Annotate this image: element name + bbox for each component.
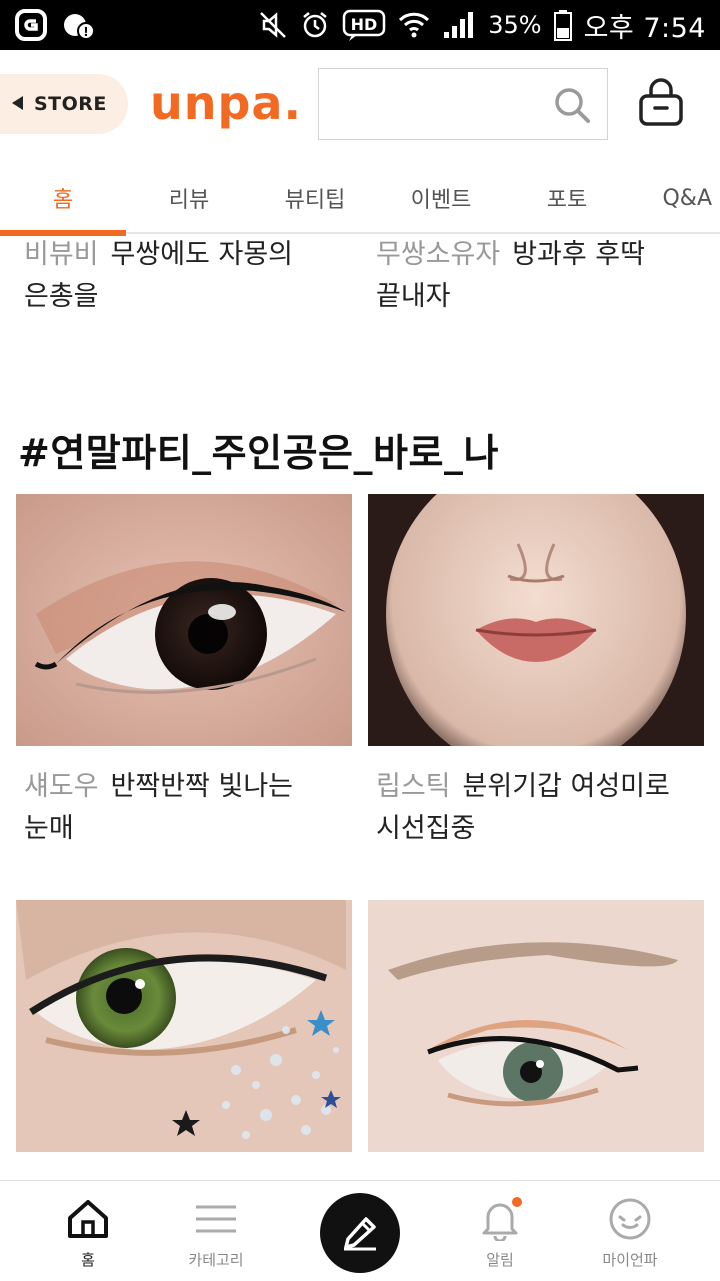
notification-badge (512, 1197, 522, 1207)
card-caption[interactable]: 비뷰비 무쌍에도 자몽의 은총을 (24, 236, 344, 318)
svg-text:!: ! (83, 25, 88, 39)
card-title: 반짝반짝 빛나는 (110, 771, 293, 802)
write-post-button[interactable] (320, 1193, 400, 1273)
feed-content: 비뷰비 무쌍에도 자몽의 은총을 무쌍소유자 방과후 후딱 끝내자 #연말파티_주인… (0, 236, 720, 1180)
status-bar: ! HD 35% 오후 7:54 (0, 0, 720, 50)
tab-event[interactable]: 이벤트 (378, 162, 504, 234)
search-icon[interactable] (553, 86, 591, 128)
card-title-line2: 은총을 (24, 281, 99, 312)
app-header: STORE unpa. (0, 50, 720, 162)
alarm-icon (300, 10, 330, 40)
signal-icon (442, 10, 476, 40)
nav-notification-label: 알림 (486, 1251, 514, 1269)
card-title: 방과후 후딱 (512, 239, 645, 270)
face-icon (608, 1195, 652, 1243)
tab-review[interactable]: 리뷰 (126, 162, 252, 234)
eye-makeup-photo[interactable] (16, 494, 352, 746)
tab-qna[interactable]: Q&A (630, 162, 720, 234)
battery-icon (553, 9, 572, 41)
triangle-left-icon (12, 95, 24, 114)
bottom-navigation: 홈 카테고리 알림 마이언파 (0, 1180, 720, 1280)
card-title-line2: 시선집중 (376, 813, 476, 844)
green-eye-glitter-photo[interactable] (16, 900, 352, 1152)
main-tabs: 홈 리뷰 뷰티팁 이벤트 포토 Q&A (0, 162, 720, 236)
battery-percent: 35% (488, 11, 542, 39)
card-category: 섀도우 (24, 771, 99, 802)
tab-beauty-tip[interactable]: 뷰티팁 (252, 162, 378, 234)
unpa-logo[interactable]: unpa. (150, 68, 302, 138)
card-title: 무쌍에도 자몽의 (110, 239, 293, 270)
card-caption[interactable]: 립스틱 분위기갑 여성미로 시선집중 (376, 766, 696, 850)
card-caption-hidden[interactable] (24, 1168, 344, 1180)
clock-time: 오후 7:54 (583, 12, 706, 44)
card-title-line2: 눈매 (24, 813, 74, 844)
nav-home-label: 홈 (81, 1251, 95, 1269)
card-category: 무쌍소유자 (376, 239, 501, 270)
store-button[interactable]: STORE (0, 74, 128, 134)
card-title: 분위기갑 여성미로 (462, 771, 670, 802)
section-title: #연말파티_주인공은_바로_나 (18, 431, 499, 475)
card-caption[interactable]: 무쌍소유자 방과후 후딱 끝내자 (376, 236, 696, 318)
bell-icon (480, 1195, 522, 1243)
nav-notification[interactable]: 알림 (430, 1181, 570, 1281)
search-input[interactable] (319, 69, 539, 139)
mute-icon (258, 10, 288, 40)
card-category: 립스틱 (376, 771, 451, 802)
nav-home[interactable]: 홈 (18, 1181, 158, 1281)
card-caption[interactable]: 섀도우 반짝반짝 빛나는 눈매 (24, 766, 344, 850)
tab-photo[interactable]: 포토 (504, 162, 630, 234)
search-box[interactable] (318, 68, 608, 140)
nav-category-label: 카테고리 (188, 1251, 244, 1269)
nav-category[interactable]: 카테고리 (146, 1181, 286, 1281)
shopping-bag-icon[interactable] (636, 78, 686, 132)
store-label: STORE (34, 93, 107, 115)
game-alert-icon: ! (62, 8, 96, 42)
card-caption-hidden[interactable] (376, 1168, 696, 1180)
pencil-icon (340, 1211, 380, 1255)
tab-home[interactable]: 홈 (0, 162, 126, 236)
orange-shadow-eye-photo[interactable] (368, 900, 704, 1152)
svg-text:HD: HD (351, 15, 378, 34)
lips-photo[interactable] (368, 494, 704, 746)
nav-my-unpa[interactable]: 마이언파 (560, 1181, 700, 1281)
menu-icon (194, 1195, 238, 1243)
card-category: 비뷰비 (24, 239, 99, 270)
g-app-icon (14, 8, 48, 42)
card-title-line2: 끝내자 (376, 281, 451, 312)
wifi-icon (398, 10, 430, 40)
nav-my-unpa-label: 마이언파 (602, 1251, 658, 1269)
home-icon (66, 1195, 110, 1243)
hd-voice-icon: HD (342, 8, 386, 42)
